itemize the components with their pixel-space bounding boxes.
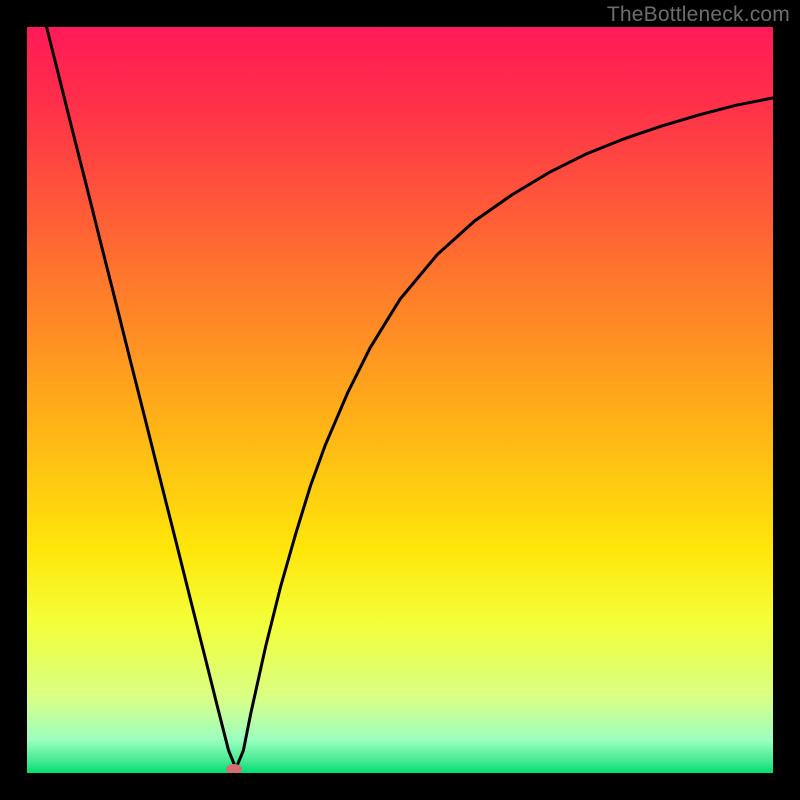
chart-frame: TheBottleneck.com [0,0,800,800]
optimal-point-marker [226,764,242,773]
plot-area [27,27,773,773]
curve-layer [27,27,773,773]
watermark-text: TheBottleneck.com [607,3,790,27]
bottleneck-curve [27,27,773,769]
